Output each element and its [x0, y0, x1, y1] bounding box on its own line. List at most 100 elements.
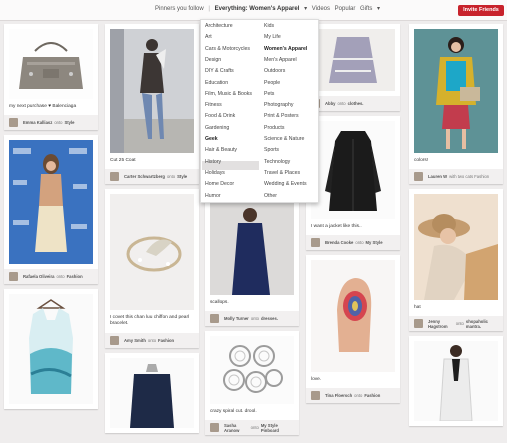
- menu-item-food-drink[interactable]: Food & Drink: [205, 113, 235, 119]
- pin-card[interactable]: I want a jacket like this.. Brenda Cooke…: [306, 116, 400, 251]
- pin-image-red-carpet[interactable]: [9, 140, 93, 265]
- menu-item-film-music-books[interactable]: Film, Music & Books: [205, 91, 252, 97]
- pinner-name[interactable]: Lauren W: [428, 174, 447, 179]
- pin-image-coat[interactable]: [110, 29, 194, 153]
- avatar[interactable]: [9, 118, 18, 128]
- board-name[interactable]: clothes.: [348, 101, 364, 106]
- pinner-name[interactable]: Carter Schwartzberg: [124, 174, 165, 179]
- gifts-link[interactable]: Gifts: [360, 6, 372, 12]
- pinner-name[interactable]: Molly Turner: [224, 316, 249, 321]
- pin-card[interactable]: my next purchase ♥ Balenciaga Emma Kalli…: [4, 24, 98, 131]
- avatar[interactable]: [210, 423, 219, 433]
- pinner-name[interactable]: Brenda Cooke: [325, 240, 353, 245]
- avatar[interactable]: [9, 272, 18, 282]
- pinner-name[interactable]: Abby: [325, 101, 335, 106]
- menu-item-kids[interactable]: Kids: [264, 23, 274, 29]
- board-name[interactable]: Fashion: [158, 338, 174, 343]
- menu-item-men-s-apparel[interactable]: Men's Apparel: [264, 57, 297, 63]
- menu-item-design[interactable]: Design: [205, 57, 221, 63]
- pin-card[interactable]: [4, 289, 98, 410]
- menu-item-travel-places[interactable]: Travel & Places: [264, 170, 300, 176]
- menu-item-science-nature[interactable]: Science & Nature: [264, 136, 304, 142]
- pinner-name[interactable]: Rafaela Oliveira: [23, 274, 54, 279]
- pin-image-navy-jacket[interactable]: [110, 357, 194, 428]
- board-name[interactable]: My Style Pinboard: [261, 423, 292, 433]
- pin-card[interactable]: [409, 336, 503, 427]
- pinner-name[interactable]: Amy Smith: [124, 338, 146, 343]
- pin-image-tank-top[interactable]: [9, 294, 93, 405]
- menu-item-sports[interactable]: Sports: [264, 147, 279, 153]
- board-name[interactable]: My Style: [366, 240, 383, 245]
- chevron-down-icon[interactable]: ▾: [377, 6, 380, 12]
- avatar[interactable]: [311, 238, 320, 248]
- pinners-you-follow-link[interactable]: Pinners you follow: [155, 6, 204, 12]
- pin-card[interactable]: love. Tina Floersch onto Fashion: [306, 255, 400, 404]
- board-name[interactable]: Fashion: [67, 274, 83, 279]
- board-name[interactable]: with two cats Fashion: [449, 174, 489, 179]
- menu-item-home-decor[interactable]: Home Decor: [205, 181, 234, 187]
- pin-image-spiral-rings[interactable]: [210, 336, 294, 405]
- board-name[interactable]: Style: [64, 120, 74, 125]
- invite-friends-button[interactable]: Invite Friends: [458, 5, 504, 16]
- pinner-name[interactable]: Sasha Aranow: [224, 423, 249, 433]
- pinner-name[interactable]: Jenny Hagstrom: [428, 319, 454, 329]
- menu-item-humor[interactable]: Humor: [205, 193, 221, 199]
- menu-item-geek[interactable]: Geek: [205, 136, 218, 142]
- pin-image-handbag[interactable]: [9, 29, 93, 99]
- menu-item-print-posters[interactable]: Print & Posters: [264, 113, 299, 119]
- pinner-name[interactable]: Tina Floersch: [325, 393, 352, 398]
- menu-item-history[interactable]: History: [205, 159, 221, 165]
- popular-link[interactable]: Popular: [335, 6, 356, 12]
- menu-item-art[interactable]: Art: [205, 34, 212, 40]
- menu-item-wedding-events[interactable]: Wedding & Events: [264, 181, 307, 187]
- menu-item-women-s-apparel[interactable]: Women's Apparel: [264, 46, 307, 52]
- menu-item-diy-crafts[interactable]: DIY & Crafts: [205, 68, 234, 74]
- pin-image-clothes[interactable]: [311, 29, 395, 91]
- pin-image-bracelet[interactable]: [110, 194, 194, 311]
- pin-card[interactable]: Cut 25 Coat Carter Schwartzberg onto Style: [105, 24, 199, 185]
- menu-item-technology[interactable]: Technology: [264, 159, 290, 165]
- pin-card[interactable]: colors! Lauren Wwith two cats Fashion: [409, 24, 503, 185]
- menu-item-pets[interactable]: Pets: [264, 91, 274, 97]
- board-name[interactable]: Style: [177, 174, 187, 179]
- pin-card[interactable]: [105, 352, 199, 433]
- pin-image-hat[interactable]: [414, 194, 498, 301]
- menu-item-holidays[interactable]: Holidays: [205, 170, 225, 176]
- menu-item-cars-motorcycles[interactable]: Cars & Motorcycles: [205, 46, 250, 52]
- menu-item-people[interactable]: People: [264, 80, 280, 86]
- pin-card[interactable]: scallops. Molly Turner onto dresses.: [205, 201, 299, 327]
- avatar[interactable]: [414, 319, 423, 329]
- pinner-name[interactable]: Emma Kalliasz: [23, 120, 52, 125]
- avatar[interactable]: [311, 391, 320, 401]
- avatar[interactable]: [210, 314, 219, 324]
- menu-item-outdoors[interactable]: Outdoors: [264, 68, 285, 74]
- pin-image-black-jacket[interactable]: [311, 121, 395, 219]
- menu-item-gardening[interactable]: Gardening: [205, 125, 229, 131]
- pin-image-dress[interactable]: [210, 203, 294, 295]
- board-name[interactable]: Fashion: [364, 393, 380, 398]
- category-dropdown[interactable]: Everything: Women's Apparel: [215, 6, 300, 12]
- pin-card[interactable]: hat Jenny Hagstrom onto shopaholic mantra.: [409, 189, 503, 332]
- chevron-down-icon[interactable]: ▾: [304, 6, 307, 12]
- menu-item-other[interactable]: Other: [264, 193, 277, 199]
- avatar[interactable]: [110, 335, 119, 345]
- pin-card[interactable]: Rafaela Oliveira onto Fashion: [4, 135, 98, 285]
- pin-card[interactable]: Abby onto clothes.: [306, 24, 400, 111]
- avatar[interactable]: [414, 172, 423, 182]
- board-name[interactable]: shopaholic mantra.: [466, 319, 496, 329]
- menu-item-education[interactable]: Education: [205, 80, 228, 86]
- pin-image-ring[interactable]: [311, 260, 395, 373]
- menu-item-my-life[interactable]: My Life: [264, 34, 281, 40]
- menu-item-architecture[interactable]: Architecture: [205, 23, 233, 29]
- pin-card[interactable]: I covet this chan luu chiffon and pearl …: [105, 189, 199, 348]
- pin-image-colors-outfit[interactable]: [414, 29, 498, 153]
- pin-image-white-suit[interactable]: [414, 341, 498, 422]
- menu-item-hair-beauty[interactable]: Hair & Beauty: [205, 147, 237, 153]
- pin-card[interactable]: crazy spiral cut. drool. Sasha Aranow ont…: [205, 331, 299, 436]
- menu-item-products[interactable]: Products: [264, 125, 284, 131]
- menu-item-fitness[interactable]: Fitness: [205, 102, 222, 108]
- avatar[interactable]: [110, 172, 119, 182]
- menu-item-photography[interactable]: Photography: [264, 102, 293, 108]
- videos-link[interactable]: Videos: [312, 6, 330, 12]
- board-name[interactable]: dresses.: [261, 316, 278, 321]
